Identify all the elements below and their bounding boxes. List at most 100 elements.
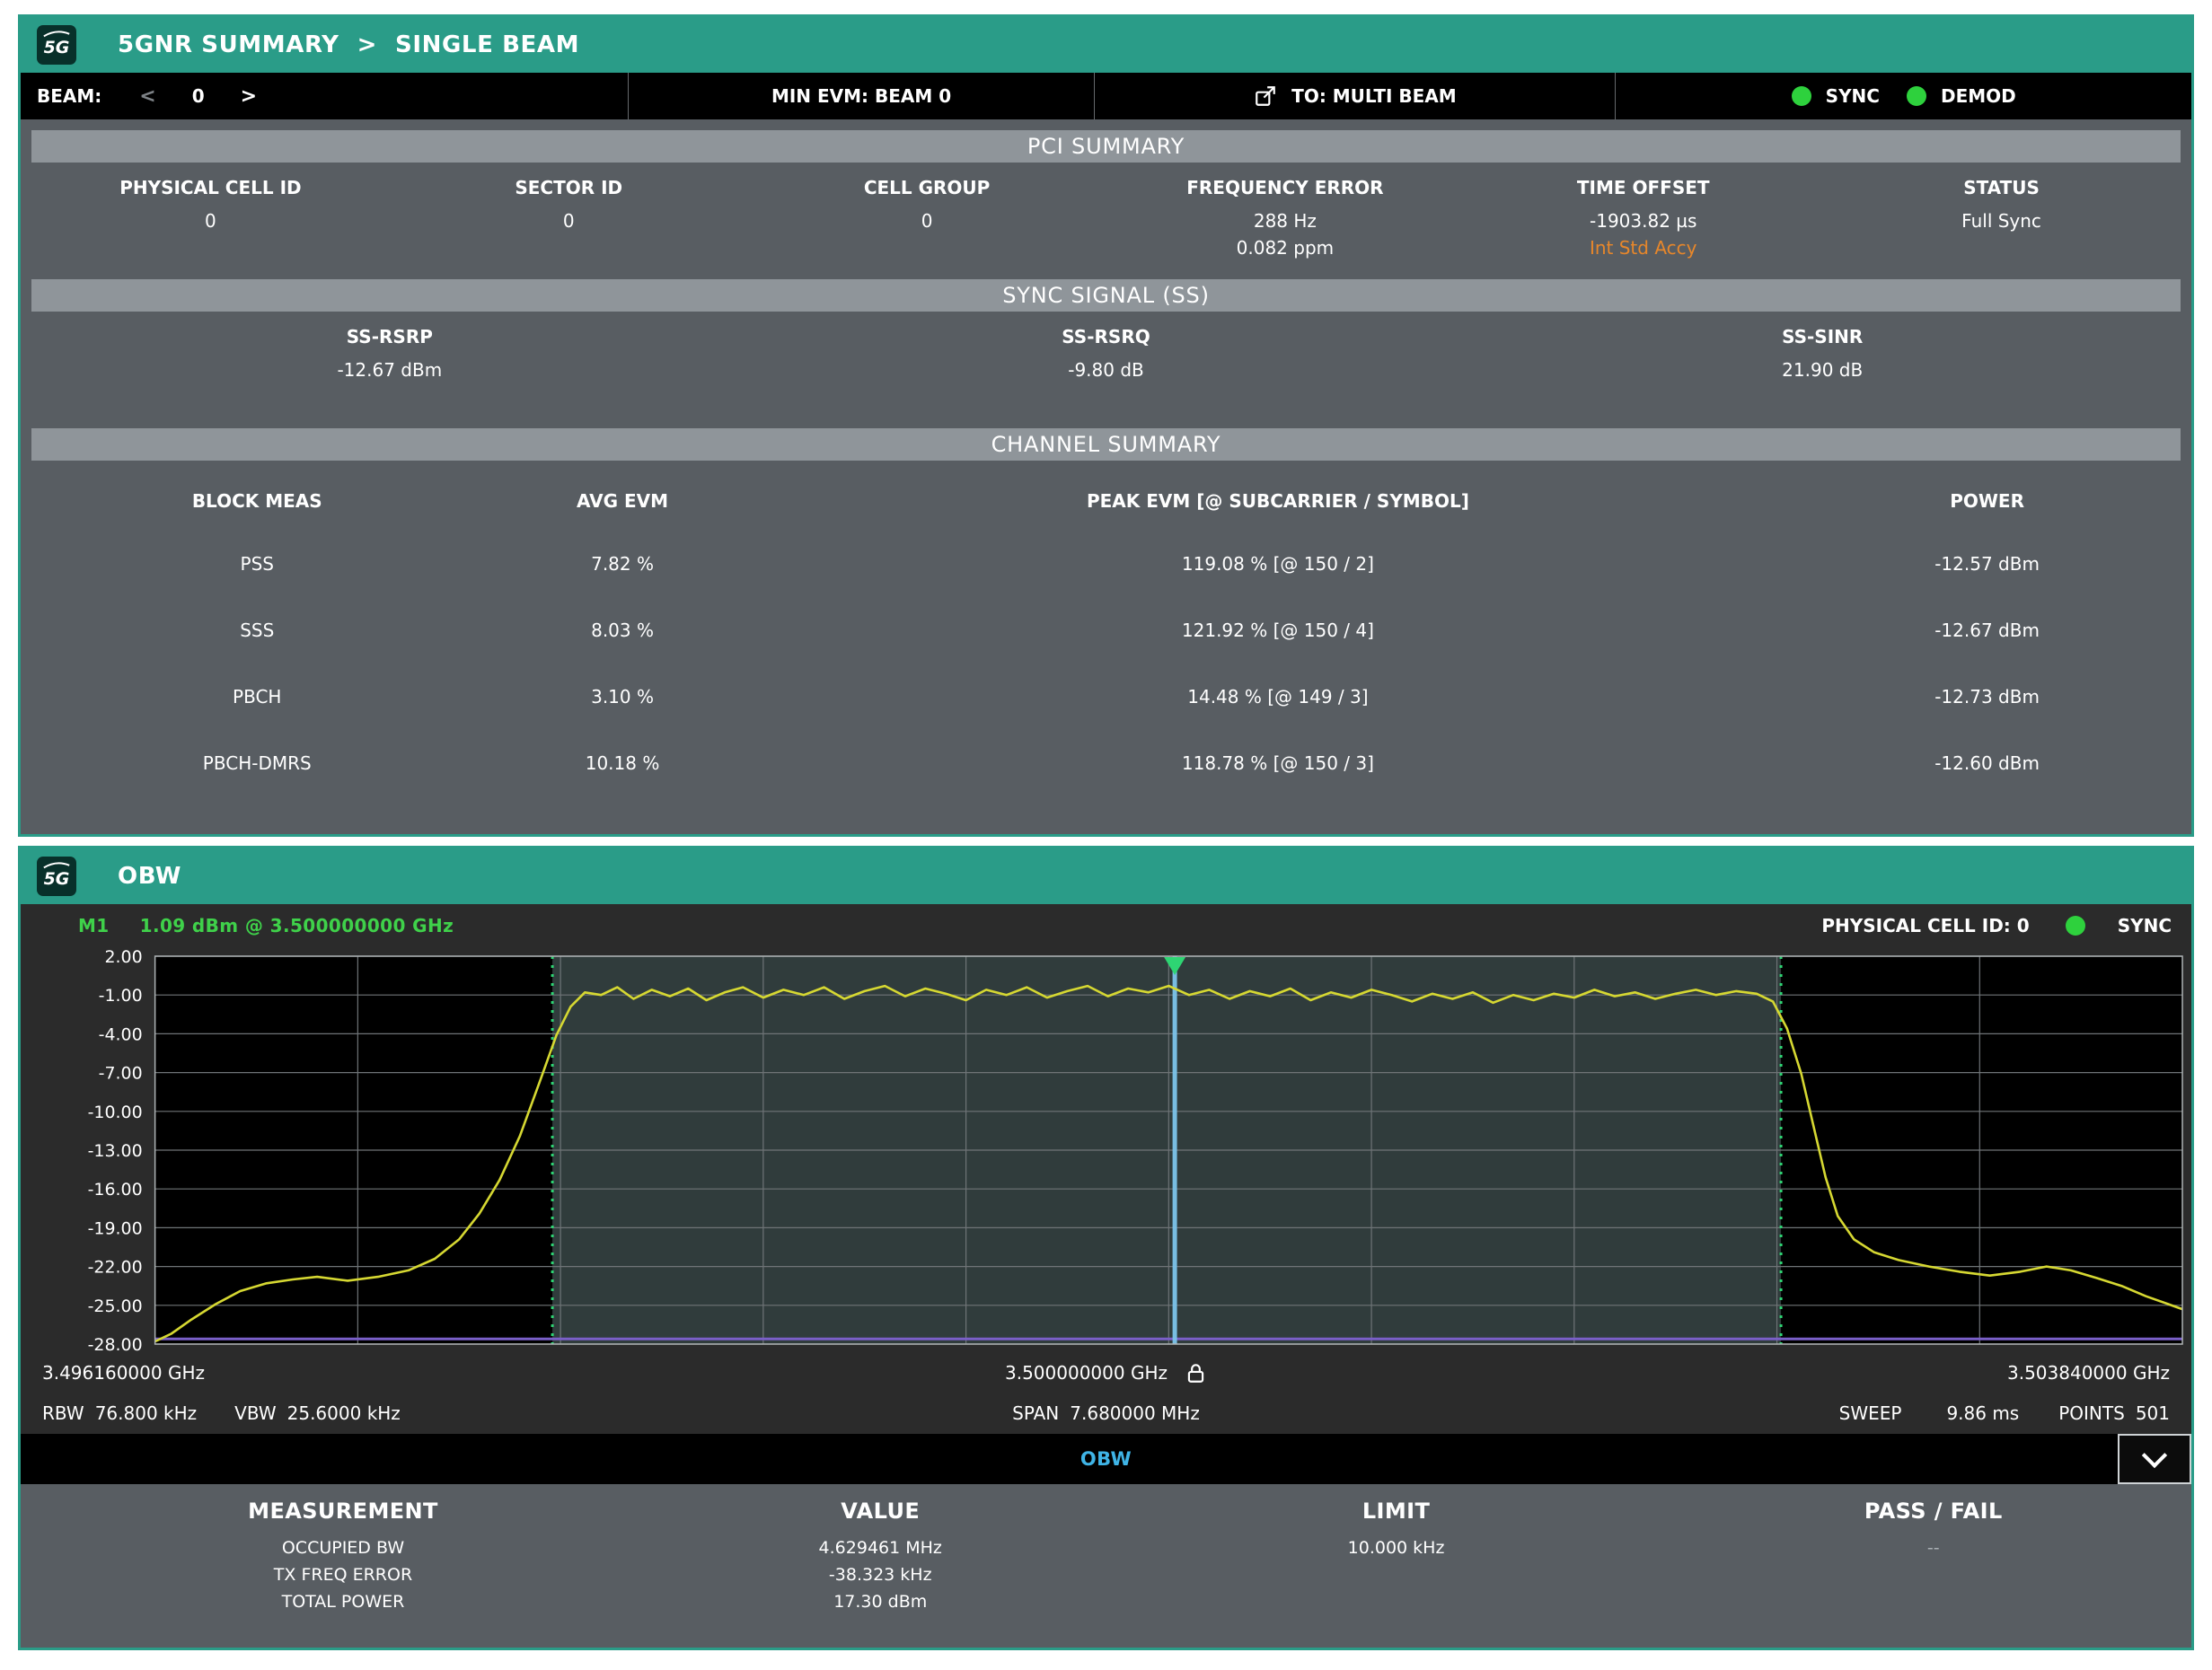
table-row-pbch-dmrs: PBCH-DMRS 10.18 % 118.78 % [@ 150 / 3] -… <box>21 730 2191 796</box>
ss-value: -12.67 dBm <box>31 356 748 383</box>
col-header-avg-evm: AVG EVM <box>483 490 762 512</box>
sweep-label: SWEEP <box>1839 1402 1902 1424</box>
col-header-limit: LIMIT <box>1106 1499 1686 1524</box>
pci-col-cell-group: CELL GROUP 0 <box>748 177 1106 261</box>
col-header-value: VALUE <box>655 1499 1106 1524</box>
sync-signal-grid: SS-RSRP -12.67 dBm SS-RSRQ -9.80 dB SS-S… <box>21 312 2191 387</box>
external-link-icon <box>1254 84 1277 108</box>
pci-col-frequency-error: FREQUENCY ERROR 288 Hz 0.082 ppm <box>1106 177 1464 261</box>
demod-status-label: DEMOD <box>1941 85 2016 107</box>
pci-col-status: STATUS Full Sync <box>1822 177 2181 261</box>
pci-value2: 0.082 ppm <box>1106 234 1464 261</box>
lock-icon[interactable] <box>1184 1361 1207 1384</box>
table-row-tx-freq-error: TX FREQ ERROR -38.323 kHz <box>31 1561 2181 1588</box>
table-row-sss: SSS 8.03 % 121.92 % [@ 150 / 4] -12.67 d… <box>21 597 2191 664</box>
svg-text:-1.00: -1.00 <box>99 986 143 1006</box>
page-subtitle: SINGLE BEAM <box>395 31 579 58</box>
svg-text:-16.00: -16.00 <box>88 1180 143 1200</box>
cell-avg-evm: 10.18 % <box>483 752 762 774</box>
svg-text:-10.00: -10.00 <box>88 1103 143 1122</box>
marker-m1-label: M1 <box>78 915 110 936</box>
measurement-table-headers: MEASUREMENT VALUE LIMIT PASS / FAIL <box>31 1499 2181 1524</box>
channel-summary-title: CHANNEL SUMMARY <box>991 432 1221 457</box>
svg-text:-22.00: -22.00 <box>88 1258 143 1278</box>
ss-col-rsrq: SS-RSRQ -9.80 dB <box>748 326 1465 383</box>
ss-col-rsrp: SS-RSRP -12.67 dBm <box>31 326 748 383</box>
obw-pci-readout: PHYSICAL CELL ID: 0 <box>1821 915 2029 936</box>
tab-obw[interactable]: OBW <box>1080 1448 1132 1470</box>
pci-value: Full Sync <box>1822 207 2181 234</box>
span-value: 7.680000 MHz <box>1070 1402 1200 1424</box>
svg-text:-7.00: -7.00 <box>99 1064 143 1084</box>
ss-label: SS-SINR <box>1464 326 2181 347</box>
logo-swoosh-icon <box>41 29 72 38</box>
pci-label: TIME OFFSET <box>1464 177 1822 198</box>
logo-text: 5G <box>44 869 70 889</box>
ss-label: SS-RSRP <box>31 326 748 347</box>
svg-text:-13.00: -13.00 <box>88 1141 143 1161</box>
cell-peak-evm: 121.92 % [@ 150 / 4] <box>762 620 1794 641</box>
freq-center-group: 3.500000000 GHz <box>1005 1361 1207 1384</box>
cell-power: -12.73 dBm <box>1793 686 2181 708</box>
pci-value: -1903.82 µs <box>1464 207 1822 234</box>
pci-col-sector-id: SECTOR ID 0 <box>390 177 748 261</box>
chevron-down-icon <box>2142 1443 2167 1468</box>
pci-label: CELL GROUP <box>748 177 1106 198</box>
to-multi-beam-label: TO: MULTI BEAM <box>1291 85 1457 107</box>
beam-prev-button[interactable]: < <box>139 85 155 108</box>
cell-power: -12.67 dBm <box>1793 620 2181 641</box>
svg-text:-25.00: -25.00 <box>88 1296 143 1316</box>
sync-status-dot <box>1792 86 1811 106</box>
cell-block: PBCH <box>31 686 483 708</box>
beam-value[interactable]: 0 <box>192 85 205 107</box>
breadcrumb: 5GNR SUMMARY > SINGLE BEAM <box>118 31 579 58</box>
cell-avg-evm: 3.10 % <box>483 686 762 708</box>
ss-col-sinr: SS-SINR 21.90 dB <box>1464 326 2181 383</box>
col-header-peak-evm: PEAK EVM [@ SUBCARRIER / SYMBOL] <box>762 490 1794 512</box>
demod-status-dot <box>1907 86 1926 106</box>
pci-label: SECTOR ID <box>390 177 748 198</box>
svg-text:-19.00: -19.00 <box>88 1218 143 1238</box>
obw-sync-status-dot <box>2066 916 2085 936</box>
obw-body: M1 1.09 dBm @ 3.500000000 GHz PHYSICAL C… <box>21 904 2191 1434</box>
status-indicators: SYNC DEMOD <box>1616 73 2191 119</box>
breadcrumb-separator: > <box>357 31 377 58</box>
pci-label: PHYSICAL CELL ID <box>31 177 390 198</box>
collapse-button[interactable] <box>2118 1434 2191 1484</box>
channel-summary-column-headers: BLOCK MEAS AVG EVM PEAK EVM [@ SUBCARRIE… <box>21 471 2191 531</box>
obw-spectrum-chart[interactable]: 2.00-1.00-4.00-7.00-10.00-13.00-16.00-19… <box>21 947 2191 1353</box>
cell-block: SSS <box>31 620 483 641</box>
pci-value: 0 <box>31 207 390 234</box>
logo-text: 5G <box>44 38 70 57</box>
summary-panel: 5G 5GNR SUMMARY > SINGLE BEAM BEAM: < 0 … <box>18 14 2194 837</box>
span-label: SPAN <box>1012 1402 1059 1424</box>
cell-measurement: OCCUPIED BW <box>31 1534 655 1561</box>
cell-value: 4.629461 MHz <box>655 1534 1106 1561</box>
obw-measurement-table: MEASUREMENT VALUE LIMIT PASS / FAIL OCCU… <box>21 1484 2191 1648</box>
ss-value: -9.80 dB <box>748 356 1465 383</box>
beam-next-button[interactable]: > <box>241 85 257 108</box>
bw-settings-group: RBW 76.800 kHz VBW 25.6000 kHz <box>42 1402 401 1424</box>
to-multi-beam-button[interactable]: TO: MULTI BEAM <box>1095 73 1616 119</box>
cell-value: 17.30 dBm <box>655 1588 1106 1615</box>
cell-block: PSS <box>31 553 483 575</box>
col-header-measurement: MEASUREMENT <box>31 1499 655 1524</box>
min-evm-button[interactable]: MIN EVM: BEAM 0 <box>629 73 1096 119</box>
sync-signal-section-header: SYNC SIGNAL (SS) <box>31 279 2181 312</box>
pci-summary-grid: PHYSICAL CELL ID 0 SECTOR ID 0 CELL GROU… <box>21 163 2191 265</box>
table-row-pbch: PBCH 3.10 % 14.48 % [@ 149 / 3] -12.73 d… <box>21 664 2191 730</box>
logo-swoosh-icon <box>41 860 72 869</box>
freq-center-label: 3.500000000 GHz <box>1005 1362 1168 1384</box>
freq-stop-label: 3.503840000 GHz <box>2007 1362 2170 1384</box>
col-header-power: POWER <box>1793 490 2181 512</box>
int-std-accy-warning: Int Std Accy <box>1464 234 1822 261</box>
summary-toolbar: BEAM: < 0 > MIN EVM: BEAM 0 TO: MULTI BE… <box>21 73 2191 119</box>
page: 5G 5GNR SUMMARY > SINGLE BEAM BEAM: < 0 … <box>0 0 2212 1670</box>
pci-summary-title: PCI SUMMARY <box>1027 134 1185 159</box>
cell-value: -38.323 kHz <box>655 1561 1106 1588</box>
pci-summary-section-header: PCI SUMMARY <box>31 130 2181 163</box>
cell-peak-evm: 119.08 % [@ 150 / 2] <box>762 553 1794 575</box>
obw-chart-svg: 2.00-1.00-4.00-7.00-10.00-13.00-16.00-19… <box>21 947 2191 1353</box>
svg-text:-28.00: -28.00 <box>88 1335 143 1353</box>
beam-label: BEAM: <box>37 85 101 107</box>
